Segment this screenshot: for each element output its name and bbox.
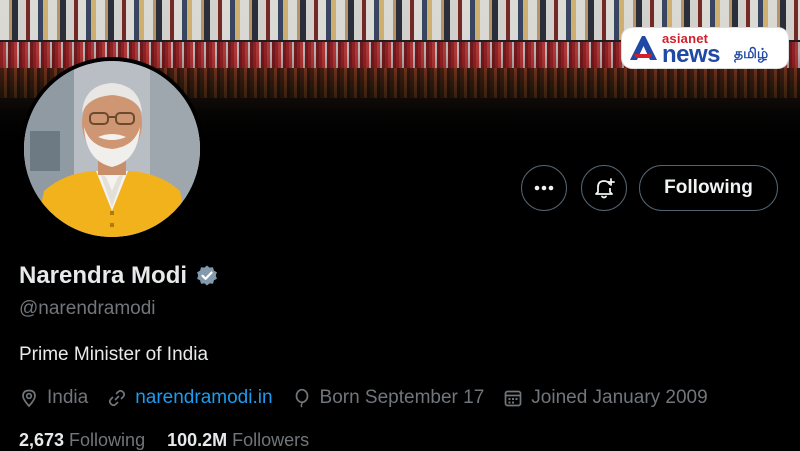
more-icon — [534, 185, 554, 191]
bell-plus-icon — [595, 178, 615, 199]
balloon-icon — [295, 388, 308, 408]
joined-text: Joined January 2009 — [531, 387, 708, 408]
meta-joined: Joined January 2009 — [503, 387, 708, 409]
following-count-link[interactable]: 2,673 Following — [19, 430, 145, 450]
profile-handle: @narendramodi — [19, 298, 156, 319]
profile-bio: Prime Minister of India — [19, 344, 209, 365]
logo-brand-lang: தமிழ் — [734, 45, 769, 61]
meta-birthday: Born September 17 — [292, 387, 485, 409]
website-link[interactable]: narendramodi.in — [135, 387, 272, 409]
meta-website[interactable]: narendramodi.in — [107, 387, 273, 409]
verified-badge-icon[interactable] — [195, 264, 219, 288]
asianet-a-icon — [630, 36, 657, 60]
location-pin-icon — [22, 389, 36, 408]
followers-count-link[interactable]: 100.2M Followers — [167, 430, 309, 450]
profile-meta: India narendramodi.in Born September 17 … — [19, 386, 727, 410]
notifications-button[interactable] — [581, 165, 627, 211]
profile-name: Narendra Modi — [19, 262, 188, 289]
meta-location: India — [19, 387, 88, 409]
follow-counts: 2,673 Following 100.2M Followers — [19, 430, 309, 451]
followers-count: 100.2M — [167, 430, 228, 450]
following-button[interactable]: Following — [639, 165, 778, 211]
location-text: India — [47, 387, 89, 408]
profile-name-row: Narendra Modi — [19, 262, 219, 290]
followers-label: Followers — [232, 430, 310, 450]
avatar-photo — [24, 61, 200, 237]
more-options-button[interactable] — [521, 165, 567, 211]
asianet-news-logo: asianet news தமிழ் — [622, 28, 788, 68]
birthday-text: Born September 17 — [319, 387, 485, 408]
following-count: 2,673 — [19, 430, 65, 450]
calendar-icon — [504, 390, 522, 407]
logo-brand-main: news — [662, 41, 721, 68]
following-label: Following — [69, 430, 146, 450]
link-icon — [109, 389, 126, 407]
avatar[interactable] — [20, 57, 204, 241]
